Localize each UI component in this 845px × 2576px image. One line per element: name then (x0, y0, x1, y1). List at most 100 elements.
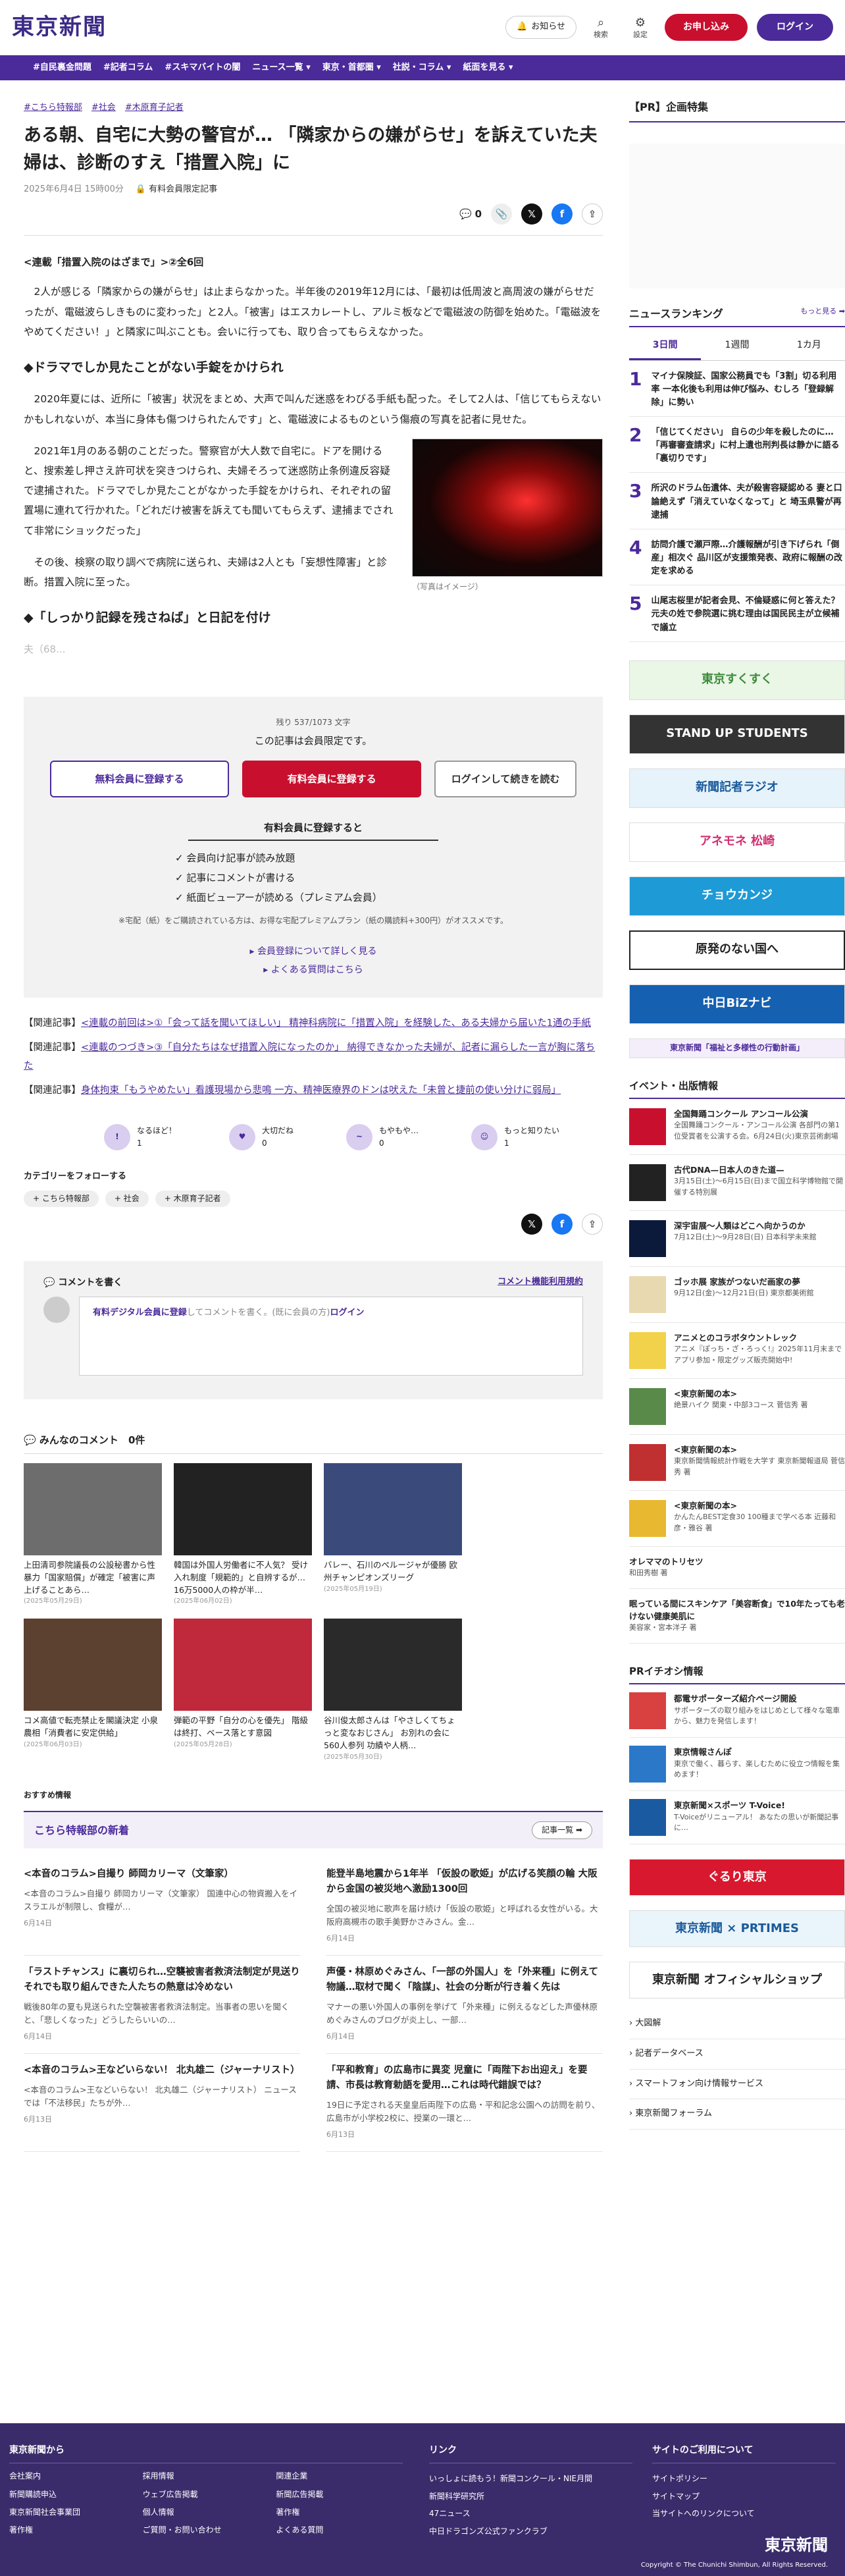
tab-3days[interactable]: 3日間 (629, 333, 702, 360)
event-item[interactable]: <東京新聞の本> かんたんBEST定食30 100種まで学べる本 近藤和彦・雅谷 … (629, 1491, 845, 1547)
event-item[interactable]: <東京新聞の本> 東京新聞情報統計作戦を大学す 東京新聞報道局 菅信秀 著 (629, 1435, 845, 1491)
footer-link[interactable]: サイトポリシー (652, 2470, 836, 2487)
clip-icon[interactable]: 📎 (491, 203, 512, 225)
footer-link[interactable]: 新聞広告掲載 (276, 2488, 403, 2501)
pr-info-item[interactable]: 東京情報さんぽ 東京で働く、暮らす、楽しむために役立つ情報を集めます！ (629, 1738, 845, 1791)
banner-sukusuku[interactable]: 東京すくすく (629, 660, 845, 700)
reaction-button[interactable]: ~ もやもや… 0 (346, 1124, 419, 1151)
related-link[interactable]: <連載の前回は>①「会って話を聞いてほしい」 精神科病院に「措置入院」を経験した… (81, 1018, 591, 1029)
follow-tag[interactable]: + 木原育子記者 (155, 1190, 230, 1208)
footer-link[interactable]: 47ニュース (429, 2505, 632, 2522)
footer-link[interactable]: いっしょに読もう！新聞コンクール・NIE月間 (429, 2470, 632, 2487)
side-link[interactable]: › 記者データベース (629, 2039, 845, 2070)
footer-link[interactable]: よくある質問 (276, 2524, 403, 2536)
footer-link[interactable]: 当サイトへのリンクについて (652, 2505, 836, 2522)
tag-link[interactable]: #社会 (91, 101, 116, 115)
notice-button[interactable]: 🔔 お知らせ (505, 16, 576, 39)
share-icon[interactable]: ⇪ (582, 203, 603, 225)
related-link[interactable]: <連載のつづき>③「自分たちはなぜ措置入院になったのか」 納得できなかった夫婦が… (24, 1042, 595, 1071)
photo-card[interactable]: 韓国は外国人労働者に不人気？ 受け入れ制度「規範的」と自辨するが…16万5000… (174, 1463, 312, 1607)
comment-count[interactable]: 💬 0 (459, 206, 482, 222)
footer-link[interactable]: 著作権 (9, 2524, 136, 2536)
nav-item[interactable]: ニュース一覧 ▾ (252, 61, 310, 75)
tag-link[interactable]: #木原育子記者 (125, 101, 184, 115)
follow-tag[interactable]: + 社会 (105, 1190, 149, 1208)
nav-item[interactable]: 紙面を見る ▾ (463, 61, 513, 75)
banner-choukanji[interactable]: チョウカンジ (629, 876, 845, 916)
reaction-button[interactable]: ! なるほど！ 1 (104, 1124, 176, 1151)
reaction-button[interactable]: ♥ 大切だね 0 (229, 1124, 294, 1151)
share-icon[interactable]: ⇪ (582, 1214, 603, 1235)
banner-shop[interactable]: 東京新聞 オフィシャルショップ (629, 1961, 845, 1999)
article-list-button[interactable]: 記事一覧 ➡ (532, 1821, 592, 1839)
membership-info-link[interactable]: ▸ 会員登録について詳しく見る (50, 944, 576, 959)
nav-item[interactable]: #スキマバイトの闇 (165, 61, 240, 75)
special-item[interactable]: 声優・林原めぐみさん、「一部の外国人」を「外来種」に例えて物議…取材で聞く「陰謀… (326, 1956, 603, 2054)
free-register-button[interactable]: 無料会員に登録する (50, 760, 230, 797)
photo-card[interactable]: 弾範の平野「自分の心を優先」 階級は終打、ベース落とす意図 (2025年05月28… (174, 1619, 312, 1762)
event-item[interactable]: 深宇宙展〜人類はどこへ向かうのか 7月12日(土)～9月28日(日) 日本科学未来… (629, 1211, 845, 1267)
banner-diversity[interactable]: 東京新聞「福祉と多様性の行動計画」 (629, 1038, 845, 1058)
event-item[interactable]: オレママのトリセツ 和田秀樹 著 (629, 1547, 845, 1589)
reaction-button[interactable]: ☺ もっと知りたい 1 (471, 1124, 559, 1151)
footer-link[interactable]: ウェブ広告掲載 (143, 2488, 270, 2501)
x-share-icon[interactable]: 𝕏 (521, 203, 542, 225)
login-button[interactable]: ログイン (757, 14, 833, 41)
site-logo[interactable]: 東京新聞 (12, 9, 107, 45)
special-item[interactable]: <本音のコラム>王などいらない！ 北丸雄二（ジャーナリスト） <本音のコラム>王な… (24, 2054, 300, 2152)
x-share-icon[interactable]: 𝕏 (521, 1214, 542, 1235)
banner-biznavi[interactable]: 中日BiZナビ (629, 984, 845, 1024)
photo-card[interactable]: バレー、石川のペルージャが優勝 欧州チャンピオンズリーグ (2025年05月19日… (324, 1463, 462, 1607)
nav-item[interactable]: #自民裏金問題 (33, 61, 91, 75)
comment-input[interactable]: 有料デジタル会員に登録してコメントを書く。(既に会員の方)ログイン (79, 1297, 583, 1376)
banner-prtimes[interactable]: 東京新聞 × PRTIMES (629, 1910, 845, 1947)
register-link[interactable]: 有料デジタル会員に登録 (93, 1308, 187, 1318)
side-link[interactable]: › 東京新聞フォーラム (629, 2099, 845, 2130)
event-item[interactable]: ゴッホ展 家族がつないだ画家の夢 9月12日(金)～12月21日(日) 東京都美術… (629, 1267, 845, 1323)
special-item[interactable]: 「ラストチャンス」に裏切られ…空襲被害者救済法制定が見送り それでも取り組んでき… (24, 1956, 300, 2054)
faq-link[interactable]: ▸ よくある質問はこちら (50, 963, 576, 977)
nav-item[interactable]: 社説・コラム ▾ (393, 61, 451, 75)
footer-link[interactable]: ご質問・お問い合わせ (143, 2524, 270, 2536)
event-item[interactable]: 古代DNA—日本人のきた道— 3月15日(土)～6月15日(日)まで国立科学博物館… (629, 1155, 845, 1211)
ranking-item[interactable]: 2 「信じてください」 自らの少年を殺したのに…「再審審査請求」に村上遺也刑判長は… (629, 417, 845, 473)
facebook-share-icon[interactable]: f (551, 1214, 573, 1235)
side-link[interactable]: › スマートフォン向け情報サービス (629, 2070, 845, 2100)
footer-link[interactable]: 著作権 (276, 2506, 403, 2519)
footer-link[interactable]: 会社案内 (9, 2470, 136, 2482)
settings-button[interactable]: ⚙ 設定 (625, 16, 655, 39)
event-item[interactable]: 全国舞踊コンクール アンコール公演 全国舞踊コンクール・アンコール公演 各部門の第… (629, 1099, 845, 1155)
ranking-item[interactable]: 4 訪問介護で瀬戸際…介護報酬が引き下げられ「倒産」相次ぐ 品川区が支援策発表、政… (629, 529, 845, 586)
police-light-photo[interactable] (412, 438, 603, 577)
pr-info-item[interactable]: 東京新聞×スポーツ T-Voice! T-Voiceがリニューアル！ あなたの思い… (629, 1791, 845, 1844)
ranking-more-link[interactable]: もっと見る ➡ (800, 306, 845, 323)
search-button[interactable]: ⌕ 検索 (586, 16, 616, 39)
event-item[interactable]: アニメとのコラボタウントレック アニメ『ぽっち・ざ・ろっく!』2025年11月末ま… (629, 1323, 845, 1379)
photo-card[interactable]: 谷川俊太郎さんは「やさしくてちょっと変なおじさん」 お別れの会に560人参列 功… (324, 1619, 462, 1762)
banner-gururi[interactable]: ぐるり東京 (629, 1858, 845, 1896)
footer-link[interactable]: サイトマップ (652, 2488, 836, 2505)
side-link[interactable]: › 大図解 (629, 2009, 845, 2039)
related-link[interactable]: 身体拘束「もうやめたい」看護現場から悲鳴 一方、精神医療界のドンは吠えた「未曾と… (81, 1085, 561, 1096)
comment-login-link[interactable]: ログイン (330, 1308, 365, 1318)
subscribe-button[interactable]: お申し込み (665, 14, 748, 41)
ranking-item[interactable]: 3 所沢のドラム缶遺体、夫が殺害容疑認める 妻と口論絶えず「消えていなくなって」と… (629, 473, 845, 529)
banner-radio[interactable]: 新聞記者ラジオ (629, 768, 845, 808)
special-item[interactable]: 能登半島地震から1年半 「仮設の歌姫」が広げる笑顔の輪 大阪から金国の被災地へ激… (326, 1858, 603, 1956)
event-item[interactable]: 眠っている間にスキンケア「美容断食」で10年たっても老けない健康美肌に 美容家・宮… (629, 1589, 845, 1644)
photo-card[interactable]: 上田清司参院議長の公設秘書から性暴力「国家賠償」が確定「被害に声上げることあら…… (24, 1463, 162, 1607)
footer-link[interactable]: 新聞購読申込 (9, 2488, 136, 2501)
footer-link[interactable]: 中日ドラゴンズ公式ファンクラブ (429, 2523, 632, 2540)
ranking-item[interactable]: 1 マイナ保険証、国家公務員でも「3割」切る利用率 一本化後も利用は伸び悩み、むし… (629, 361, 845, 417)
paid-register-button[interactable]: 有料会員に登録する (242, 760, 422, 797)
facebook-share-icon[interactable]: f (551, 203, 573, 225)
footer-logo[interactable]: 東京新聞 (765, 2533, 828, 2558)
tab-1week[interactable]: 1週間 (701, 333, 773, 360)
footer-link[interactable]: 関連企業 (276, 2470, 403, 2482)
photo-card[interactable]: コメ高値で転売禁止を閣議決定 小泉農相「消費者に安定供給」 (2025年06月03… (24, 1619, 162, 1762)
follow-tag[interactable]: + こちら特報部 (24, 1190, 99, 1208)
banner-genpatsu[interactable]: 原発のない国へ (629, 930, 845, 970)
footer-link[interactable]: 採用情報 (143, 2470, 270, 2482)
tab-1month[interactable]: 1カ月 (773, 333, 845, 360)
ranking-item[interactable]: 5 山尾志桜里が記者会見、不倫疑惑に何と答えた？ 元夫の姓で参院選に挑む理由は国民… (629, 585, 845, 642)
